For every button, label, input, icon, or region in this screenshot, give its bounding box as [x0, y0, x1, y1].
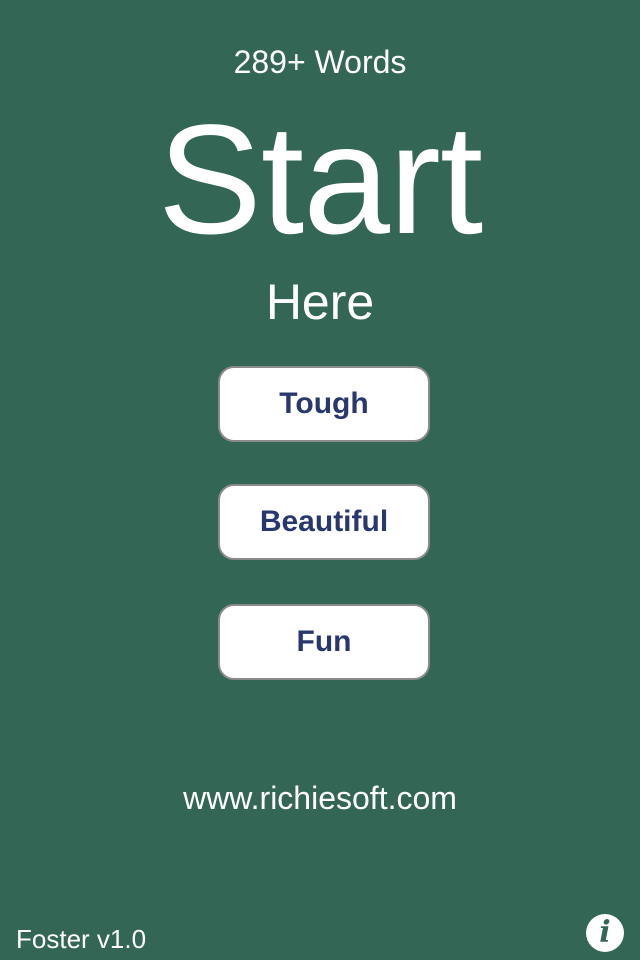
title-start: Start: [157, 93, 483, 267]
version-label: Foster v1.0: [16, 924, 147, 954]
fun-button[interactable]: Fun: [218, 604, 430, 680]
info-icon-glyph: i: [599, 915, 611, 950]
fun-button-label: Fun: [296, 625, 352, 658]
tough-button-label: Tough: [279, 387, 369, 420]
tough-button[interactable]: Tough: [218, 366, 430, 442]
info-icon[interactable]: i: [586, 914, 624, 952]
beautiful-button-label: Beautiful: [259, 505, 389, 538]
website-link[interactable]: www.richiesoft.com: [0, 778, 640, 818]
word-count-label: 289+ Words: [233, 44, 407, 80]
beautiful-button[interactable]: Beautiful: [218, 484, 430, 560]
title-here: Here: [265, 274, 375, 330]
